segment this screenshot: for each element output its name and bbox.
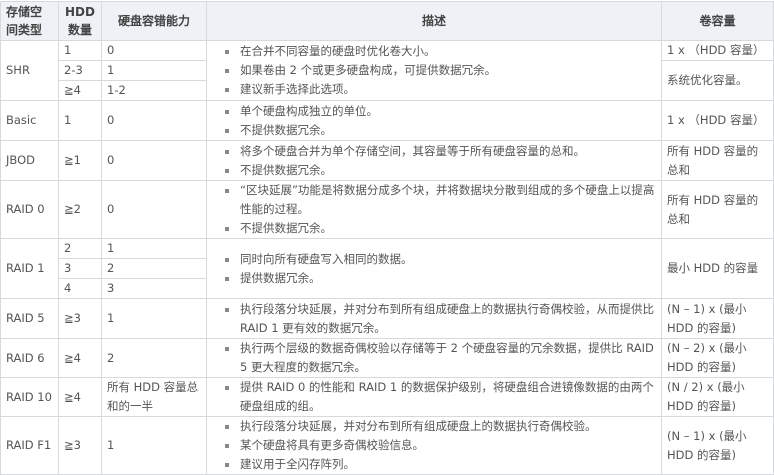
fault-cell: 0 bbox=[101, 100, 207, 141]
table-row: RAID 6 ≧4 2 执行两个层级的数据奇偶校验以存储等于 2 个硬盘容量的冗… bbox=[0, 338, 774, 378]
hdd-cell: ≧4 bbox=[58, 80, 102, 101]
list-item: 执行两个层级的数据奇偶校验以存储等于 2 个硬盘容量的冗余数据，提供比 RAID… bbox=[225, 339, 656, 377]
header-hdd: HDD 数量 bbox=[58, 1, 102, 41]
list-item: 如果卷由 2 个或更多硬盘构成，可提供数据冗余。 bbox=[225, 61, 656, 80]
capacity-cell: (N / 2) x (最小 HDD 的容量) bbox=[661, 377, 774, 417]
desc-cell: 单个硬盘构成独立的单位。 不提供数据冗余。 bbox=[206, 100, 662, 141]
list-item: 提供 RAID 0 的性能和 RAID 1 的数据保护级别，将硬盘组合进镜像数据… bbox=[225, 378, 656, 416]
header-row: 存储空间类型 HDD 数量 硬盘容错能力 描述 卷容量 bbox=[0, 1, 774, 41]
fault-cell: 1 bbox=[101, 298, 207, 339]
capacity-cell: 系统优化容量。 bbox=[661, 60, 774, 101]
type-cell: RAID 0 bbox=[0, 180, 59, 239]
list-item: 在合并不同容量的硬盘时优化卷大小。 bbox=[225, 42, 656, 61]
list-item: 不提供数据冗余。 bbox=[225, 121, 656, 140]
hdd-cell: 1 bbox=[58, 40, 102, 61]
list-item: 同时向所有硬盘写入相同的数据。 bbox=[225, 250, 656, 269]
fault-cell: 所有 HDD 容量总和的一半 bbox=[101, 377, 207, 417]
raid-types-table: 存储空间类型 HDD 数量 硬盘容错能力 描述 卷容量 SHR 1 0 在合并不… bbox=[0, 1, 774, 475]
capacity-cell: 所有 HDD 容量的总和 bbox=[661, 140, 774, 181]
fault-cell: 1 bbox=[101, 238, 207, 259]
type-cell: JBOD bbox=[0, 140, 59, 181]
table-row: RAID F1 ≧3 1 执行段落分块延展，并对分布到所有组成硬盘上的数据执行奇… bbox=[0, 416, 774, 475]
hdd-cell: ≧4 bbox=[58, 377, 102, 417]
desc-cell: “区块延展”功能是将数据分成多个块，并将数据块分散到组成的多个硬盘上以提高性能的… bbox=[206, 180, 662, 239]
hdd-cell: ≧3 bbox=[58, 416, 102, 475]
fault-cell: 1 bbox=[101, 416, 207, 475]
desc-cell: 执行段落分块延展，并对分布到所有组成硬盘上的数据执行奇偶校验，从而提供比 RAI… bbox=[206, 298, 662, 339]
hdd-cell: ≧3 bbox=[58, 298, 102, 339]
type-cell: RAID 5 bbox=[0, 298, 59, 339]
capacity-cell: (N – 2) x (最小 HDD 的容量) bbox=[661, 338, 774, 378]
table-row: Basic 1 0 单个硬盘构成独立的单位。 不提供数据冗余。 1 x （HDD… bbox=[0, 100, 774, 141]
list-item: 执行段落分块延展，并对分布到所有组成硬盘上的数据执行奇偶校验。 bbox=[225, 417, 656, 436]
header-type: 存储空间类型 bbox=[0, 1, 59, 41]
fault-cell: 2 bbox=[101, 338, 207, 378]
fault-cell: 2 bbox=[101, 258, 207, 279]
list-item: 不提供数据冗余。 bbox=[225, 161, 656, 180]
list-item: 将多个硬盘合并为单个存储空间，其容量等于所有硬盘容量的总和。 bbox=[225, 142, 656, 161]
table-row: SHR 1 0 在合并不同容量的硬盘时优化卷大小。 如果卷由 2 个或更多硬盘构… bbox=[0, 40, 774, 101]
desc-cell: 同时向所有硬盘写入相同的数据。 提供数据冗余。 bbox=[206, 238, 662, 299]
list-item: “区块延展”功能是将数据分成多个块，并将数据块分散到组成的多个硬盘上以提高性能的… bbox=[225, 181, 656, 219]
list-item: 某个硬盘将具有更多奇偶校验信息。 bbox=[225, 436, 656, 455]
capacity-cell: 1 x （HDD 容量） bbox=[661, 100, 774, 141]
hdd-cell: 1 bbox=[58, 100, 102, 141]
header-fault: 硬盘容错能力 bbox=[101, 1, 207, 41]
hdd-cell: ≧1 bbox=[58, 140, 102, 181]
type-cell: Basic bbox=[0, 100, 59, 141]
hdd-cell: 3 bbox=[58, 258, 102, 279]
type-cell: SHR bbox=[0, 40, 59, 101]
list-item: 建议新手选择此选项。 bbox=[225, 80, 656, 99]
desc-cell: 将多个硬盘合并为单个存储空间，其容量等于所有硬盘容量的总和。 不提供数据冗余。 bbox=[206, 140, 662, 181]
header-desc: 描述 bbox=[206, 1, 662, 41]
type-cell: RAID 6 bbox=[0, 338, 59, 378]
fault-cell: 0 bbox=[101, 40, 207, 61]
hdd-cell: 2-3 bbox=[58, 60, 102, 81]
type-cell: RAID 1 bbox=[0, 238, 59, 299]
capacity-cell: (N – 1) x (最小 HDD 的容量) bbox=[661, 416, 774, 475]
header-capacity: 卷容量 bbox=[661, 1, 774, 41]
desc-cell: 执行段落分块延展，并对分布到所有组成硬盘上的数据执行奇偶校验。 某个硬盘将具有更… bbox=[206, 416, 662, 475]
list-item: 执行段落分块延展，并对分布到所有组成硬盘上的数据执行奇偶校验，从而提供比 RAI… bbox=[225, 300, 656, 338]
table-row: RAID 0 ≧2 0 “区块延展”功能是将数据分成多个块，并将数据块分散到组成… bbox=[0, 180, 774, 239]
fault-cell: 0 bbox=[101, 180, 207, 239]
hdd-cell: 4 bbox=[58, 278, 102, 299]
capacity-cell: 所有 HDD 容量的总和 bbox=[661, 180, 774, 239]
hdd-cell: 2 bbox=[58, 238, 102, 259]
desc-cell: 在合并不同容量的硬盘时优化卷大小。 如果卷由 2 个或更多硬盘构成，可提供数据冗… bbox=[206, 40, 662, 101]
type-cell: RAID F1 bbox=[0, 416, 59, 475]
fault-cell: 1 bbox=[101, 60, 207, 81]
desc-cell: 执行两个层级的数据奇偶校验以存储等于 2 个硬盘容量的冗余数据，提供比 RAID… bbox=[206, 338, 662, 378]
type-cell: RAID 10 bbox=[0, 377, 59, 417]
fault-cell: 3 bbox=[101, 278, 207, 299]
desc-cell: 提供 RAID 0 的性能和 RAID 1 的数据保护级别，将硬盘组合进镜像数据… bbox=[206, 377, 662, 417]
table-row: RAID 5 ≧3 1 执行段落分块延展，并对分布到所有组成硬盘上的数据执行奇偶… bbox=[0, 298, 774, 339]
fault-cell: 1-2 bbox=[101, 80, 207, 101]
list-item: 单个硬盘构成独立的单位。 bbox=[225, 102, 656, 121]
table-row: JBOD ≧1 0 将多个硬盘合并为单个存储空间，其容量等于所有硬盘容量的总和。… bbox=[0, 140, 774, 181]
capacity-cell: 1 x （HDD 容量） bbox=[661, 40, 774, 61]
fault-cell: 0 bbox=[101, 140, 207, 181]
table-row: RAID 10 ≧4 所有 HDD 容量总和的一半 提供 RAID 0 的性能和… bbox=[0, 377, 774, 417]
hdd-cell: ≧4 bbox=[58, 338, 102, 378]
hdd-cell: ≧2 bbox=[58, 180, 102, 239]
table-row: RAID 1 2 1 同时向所有硬盘写入相同的数据。 提供数据冗余。 最小 HD… bbox=[0, 238, 774, 299]
capacity-cell: (N – 1) x (最小 HDD 的容量) bbox=[661, 298, 774, 339]
list-item: 建议用于全闪存阵列。 bbox=[225, 455, 656, 474]
capacity-cell: 最小 HDD 的容量 bbox=[661, 238, 774, 299]
list-item: 提供数据冗余。 bbox=[225, 269, 656, 288]
list-item: 不提供数据冗余。 bbox=[225, 219, 656, 238]
